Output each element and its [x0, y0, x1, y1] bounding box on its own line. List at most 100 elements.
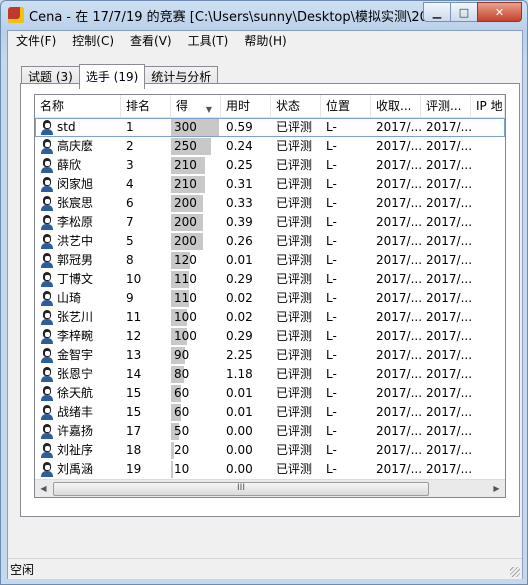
- resize-grip-icon[interactable]: [510, 567, 520, 577]
- time-cell: 0.00: [226, 424, 253, 438]
- table-row[interactable]: 金智宇 13 90 2.25 已评测 L- 2017/... 2017/...: [35, 346, 505, 365]
- contestant-name: 金智宇: [57, 348, 94, 362]
- column-header-position[interactable]: 位置: [321, 95, 371, 117]
- rank-cell: 14: [126, 367, 142, 381]
- score-value: 100: [174, 310, 197, 324]
- position-cell: L-: [326, 177, 337, 191]
- received-cell: 2017/...: [376, 462, 421, 476]
- contestant-name-cell: 张宸思: [35, 194, 121, 213]
- column-header-received[interactable]: 收取...: [371, 95, 421, 117]
- table-row[interactable]: 洪艺中 5 200 0.26 已评测 L- 2017/... 2017/...: [35, 232, 505, 251]
- column-header-name[interactable]: 名称: [35, 95, 121, 117]
- status-cell: 已评测: [276, 405, 313, 419]
- table-row[interactable]: 刘禹涵 19 10 0.00 已评测 L- 2017/... 2017/...: [35, 460, 505, 479]
- judged-cell: 2017/...: [426, 367, 471, 381]
- tab-contestants[interactable]: 选手 (19): [78, 64, 146, 89]
- contestant-name-cell: 闵家旭: [35, 175, 121, 194]
- contestant-name-cell: 刘祉序: [35, 441, 121, 460]
- column-header-ip[interactable]: IP 地: [471, 95, 505, 117]
- contestant-name: 薛欣: [57, 158, 82, 172]
- close-button[interactable]: ✕: [477, 2, 522, 22]
- window-title: Cena - 在 17/7/19 的竞赛 [C:\Users\sunny\Des…: [29, 10, 457, 25]
- menu-control[interactable]: 控制(C): [64, 31, 122, 51]
- minimize-button[interactable]: ▁: [423, 2, 451, 22]
- rank-cell: 9: [126, 291, 134, 305]
- score-cell: 200: [171, 213, 221, 232]
- time-cell: 0.26: [226, 234, 253, 248]
- table-row[interactable]: 张恩宁 14 80 1.18 已评测 L- 2017/... 2017/...: [35, 365, 505, 384]
- horizontal-scrollbar[interactable]: ◀ III ▶: [35, 479, 505, 497]
- contestant-name: 战绪丰: [57, 405, 94, 419]
- rank-cell: 13: [126, 348, 142, 362]
- score-value: 100: [174, 329, 197, 343]
- menu-tools[interactable]: 工具(T): [180, 31, 237, 51]
- column-header-rank[interactable]: 排名: [121, 95, 171, 117]
- time-cell: 0.31: [226, 177, 253, 191]
- table-row[interactable]: 战绪丰 15 60 0.01 已评测 L- 2017/... 2017/...: [35, 403, 505, 422]
- maximize-button[interactable]: □: [450, 2, 478, 22]
- position-cell: L-: [326, 462, 337, 476]
- received-cell: 2017/...: [376, 272, 421, 286]
- scroll-right-icon[interactable]: ▶: [488, 480, 505, 497]
- judged-cell: 2017/...: [426, 424, 471, 438]
- table-row[interactable]: 高庆麽 2 250 0.24 已评测 L- 2017/... 2017/...: [35, 137, 505, 156]
- status-cell: 已评测: [276, 386, 313, 400]
- judged-cell: 2017/...: [426, 215, 471, 229]
- ip-cell: [471, 441, 505, 460]
- menu-file[interactable]: 文件(F): [8, 31, 64, 51]
- position-cell: L-: [326, 253, 337, 267]
- judged-cell: 2017/...: [426, 386, 471, 400]
- scroll-left-icon[interactable]: ◀: [35, 480, 52, 497]
- judged-cell: 2017/...: [426, 139, 471, 153]
- time-cell: 0.02: [226, 291, 253, 305]
- score-value: 210: [174, 177, 197, 191]
- score-cell: 100: [171, 308, 221, 327]
- table-row[interactable]: 徐天航 15 60 0.01 已评测 L- 2017/... 2017/...: [35, 384, 505, 403]
- contestant-icon: [40, 272, 54, 287]
- column-header-score[interactable]: 得 ▼: [171, 95, 221, 117]
- received-cell: 2017/...: [376, 443, 421, 457]
- column-header-time[interactable]: 用时: [221, 95, 271, 117]
- received-cell: 2017/...: [376, 215, 421, 229]
- table-row[interactable]: 张艺川 11 100 0.02 已评测 L- 2017/... 2017/...: [35, 308, 505, 327]
- status-cell: 已评测: [276, 291, 313, 305]
- table-row[interactable]: 李松原 7 200 0.39 已评测 L- 2017/... 2017/...: [35, 213, 505, 232]
- table-row[interactable]: 山琦 9 110 0.02 已评测 L- 2017/... 2017/...: [35, 289, 505, 308]
- status-cell: 已评测: [276, 177, 313, 191]
- caption-buttons: ▁ □ ✕: [423, 2, 522, 22]
- received-cell: 2017/...: [376, 196, 421, 210]
- cena-app-icon[interactable]: [8, 7, 24, 23]
- column-header-status[interactable]: 状态: [271, 95, 321, 117]
- score-cell: 50: [171, 422, 221, 441]
- column-header-judged[interactable]: 评测...: [421, 95, 471, 117]
- table-row[interactable]: 闵家旭 4 210 0.31 已评测 L- 2017/... 2017/...: [35, 175, 505, 194]
- menu-view[interactable]: 查看(V): [122, 31, 180, 51]
- table-row[interactable]: 张宸思 6 200 0.33 已评测 L- 2017/... 2017/...: [35, 194, 505, 213]
- table-row[interactable]: 刘祉序 18 20 0.00 已评测 L- 2017/... 2017/...: [35, 441, 505, 460]
- contestant-icon: [40, 329, 54, 344]
- position-cell: L-: [326, 310, 337, 324]
- score-cell: 120: [171, 251, 221, 270]
- received-cell: 2017/...: [376, 158, 421, 172]
- title-bar[interactable]: Cena - 在 17/7/19 的竞赛 [C:\Users\sunny\Des…: [1, 1, 527, 29]
- menu-help[interactable]: 帮助(H): [236, 31, 294, 51]
- scroll-thumb[interactable]: III: [53, 482, 429, 496]
- judged-cell: 2017/...: [426, 462, 471, 476]
- rank-cell: 6: [126, 196, 134, 210]
- table-row[interactable]: 丁博文 10 110 0.29 已评测 L- 2017/... 2017/...: [35, 270, 505, 289]
- menu-bar: 文件(F) 控制(C) 查看(V) 工具(T) 帮助(H): [8, 31, 522, 51]
- table-row[interactable]: 郭冠男 8 120 0.01 已评测 L- 2017/... 2017/...: [35, 251, 505, 270]
- received-cell: 2017/...: [376, 367, 421, 381]
- status-cell: 已评测: [276, 253, 313, 267]
- table-row[interactable]: 许嘉扬 17 50 0.00 已评测 L- 2017/... 2017/...: [35, 422, 505, 441]
- score-value: 210: [174, 158, 197, 172]
- judged-cell: 2017/...: [426, 177, 471, 191]
- ip-cell: [471, 403, 505, 422]
- table-row[interactable]: 李梓畹 12 100 0.29 已评测 L- 2017/... 2017/...: [35, 327, 505, 346]
- time-cell: 0.01: [226, 386, 253, 400]
- score-value: 300: [174, 120, 197, 134]
- time-cell: 0.01: [226, 253, 253, 267]
- table-row[interactable]: std 1 300 0.59 已评测 L- 2017/... 2017/...: [35, 118, 505, 137]
- contestant-list[interactable]: 名称 排名 得 ▼ 用时 状态 位置 收取... 评测... IP 地 std 1 3…: [34, 94, 506, 498]
- table-row[interactable]: 薛欣 3 210 0.25 已评测 L- 2017/... 2017/...: [35, 156, 505, 175]
